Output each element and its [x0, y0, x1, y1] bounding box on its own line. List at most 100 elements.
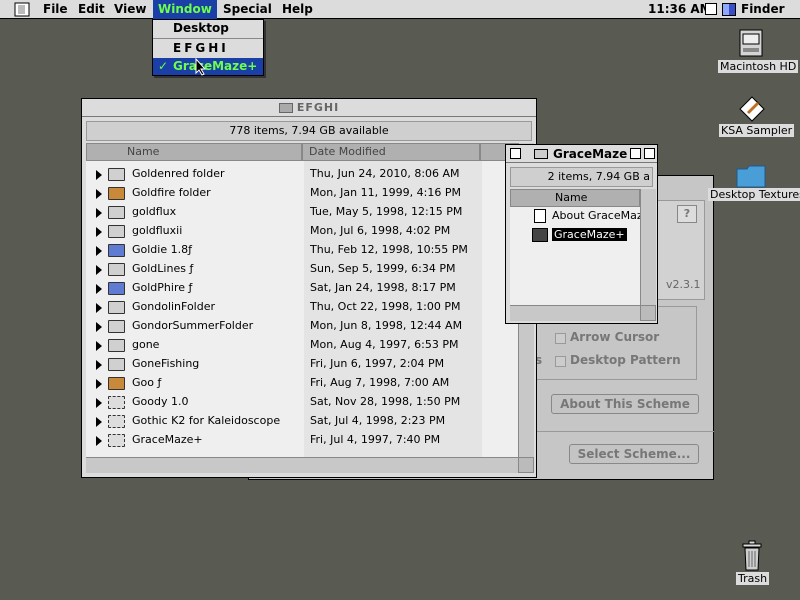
list-item[interactable]: About GraceMaze	[510, 207, 640, 226]
disclosure-triangle-icon[interactable]	[96, 170, 102, 180]
file-date: Fri, Aug 7, 1998, 7:00 AM	[310, 376, 450, 389]
menubar-clock[interactable]: 11:36 AM	[648, 0, 712, 19]
file-row[interactable]: Goldenred folder Thu, Jun 24, 2010, 8:06 …	[86, 165, 518, 184]
disclosure-triangle-icon[interactable]	[96, 417, 102, 427]
disclosure-triangle-icon[interactable]	[96, 398, 102, 408]
file-date: Mon, Aug 4, 1997, 6:53 PM	[310, 338, 459, 351]
resize-box[interactable]	[640, 305, 656, 321]
desktop-pattern-checkbox[interactable]	[555, 356, 566, 367]
disclosure-triangle-icon[interactable]	[96, 246, 102, 256]
menubar: File Edit View Window Special Help 11:36…	[0, 0, 800, 19]
disclosure-triangle-icon[interactable]	[96, 265, 102, 275]
ksa-sampler-icon[interactable]	[738, 95, 766, 123]
file-name: Goldie 1.8ƒ	[132, 243, 192, 256]
folder-icon	[108, 320, 125, 333]
file-name: Gothic K2 for Kaleidoscope	[132, 414, 281, 427]
disclosure-triangle-icon[interactable]	[96, 360, 102, 370]
file-row[interactable]: goldfluxii Mon, Jul 6, 1998, 4:02 PM	[86, 222, 518, 241]
menu-help[interactable]: Help	[277, 0, 318, 19]
file-row[interactable]: Goldfire folder Mon, Jan 11, 1999, 4:16 P…	[86, 184, 518, 203]
gracemaze-name-header[interactable]: Name	[510, 189, 640, 207]
file-date: Sun, Sep 5, 1999, 6:34 PM	[310, 262, 456, 275]
file-row[interactable]: GoldPhire ƒ Sat, Jan 24, 1998, 8:17 PM	[86, 279, 518, 298]
gracemaze-horizontal-scrollbar[interactable]	[510, 305, 640, 321]
menu-special[interactable]: Special	[218, 0, 277, 19]
finder-app-icon[interactable]	[722, 3, 736, 16]
application-icon	[108, 282, 125, 295]
disclosure-triangle-icon[interactable]	[96, 379, 102, 389]
resize-box[interactable]	[518, 457, 534, 473]
file-name: GondolinFolder	[132, 300, 216, 313]
file-row[interactable]: gone Mon, Aug 4, 1997, 6:53 PM	[86, 336, 518, 355]
arrow-cursor-checkbox[interactable]	[555, 333, 566, 344]
horizontal-scrollbar[interactable]	[86, 457, 518, 473]
gracemaze-window[interactable]: GraceMaze 2 items, 7.94 GB a Name About …	[505, 144, 658, 324]
desktop-pattern-label: Desktop Pattern	[570, 353, 681, 367]
disclosure-triangle-icon[interactable]	[96, 322, 102, 332]
file-date: Mon, Jul 6, 1998, 4:02 PM	[310, 224, 451, 237]
apple-menu-icon[interactable]	[14, 2, 30, 17]
file-name: Goo ƒ	[132, 376, 162, 389]
menu-file[interactable]: File	[38, 0, 73, 19]
disclosure-triangle-icon[interactable]	[96, 227, 102, 237]
hard-disk-icon[interactable]	[738, 28, 764, 58]
menu-item-gracemaze[interactable]: ✓ GraceMaze+	[153, 58, 263, 75]
efghi-file-list: Goldenred folder Thu, Jun 24, 2010, 8:06 …	[86, 161, 518, 459]
file-name: GondorSummerFolder	[132, 319, 254, 332]
menu-window[interactable]: Window	[153, 0, 217, 19]
disclosure-triangle-icon[interactable]	[96, 284, 102, 294]
trash-icon[interactable]	[740, 540, 764, 572]
select-scheme-button[interactable]: Select Scheme...	[569, 444, 699, 464]
disclosure-triangle-icon[interactable]	[96, 303, 102, 313]
item-name: About GraceMaze	[552, 209, 640, 222]
name-column-header[interactable]: Name	[86, 143, 302, 161]
efghi-window[interactable]: EFGHI 778 items, 7.94 GB available Name …	[81, 98, 537, 478]
close-box-icon[interactable]	[510, 148, 521, 159]
macintosh-hd-label[interactable]: Macintosh HD	[718, 60, 799, 73]
gracemaze-titlebar[interactable]: GraceMaze	[506, 145, 657, 163]
file-date: Sat, Jul 4, 1998, 2:23 PM	[310, 414, 446, 427]
file-row[interactable]: GondolinFolder Thu, Oct 22, 1998, 1:00 PM	[86, 298, 518, 317]
folder-icon	[108, 339, 125, 352]
folder-icon[interactable]	[736, 164, 766, 188]
file-row[interactable]: Goody 1.0 Sat, Nov 28, 1998, 1:50 PM	[86, 393, 518, 412]
collapse-box-icon[interactable]	[644, 148, 655, 159]
balloon-help-icon[interactable]	[705, 3, 717, 15]
list-item[interactable]: GraceMaze+	[510, 226, 640, 245]
about-scheme-button[interactable]: About This Scheme	[551, 394, 699, 414]
disclosure-triangle-icon[interactable]	[96, 436, 102, 446]
ksa-sampler-label[interactable]: KSA Sampler	[719, 124, 795, 137]
custom-folder-icon	[108, 377, 125, 390]
efghi-titlebar[interactable]: EFGHI	[82, 99, 536, 117]
gracemaze-vertical-scrollbar[interactable]	[640, 189, 656, 305]
file-row[interactable]: Gothic K2 for Kaleidoscope Sat, Jul 4, 19…	[86, 412, 518, 431]
disclosure-triangle-icon[interactable]	[96, 208, 102, 218]
file-row[interactable]: goldflux Tue, May 5, 1998, 12:15 PM	[86, 203, 518, 222]
zoom-box-icon[interactable]	[630, 148, 641, 159]
file-name: GoldPhire ƒ	[132, 281, 193, 294]
trash-label[interactable]: Trash	[736, 572, 770, 585]
application-menu[interactable]: Finder	[741, 0, 785, 19]
application-icon	[108, 244, 125, 257]
menu-view[interactable]: View	[109, 0, 151, 19]
date-modified-column-header[interactable]: Date Modified	[302, 143, 480, 161]
menu-edit[interactable]: Edit	[73, 0, 110, 19]
desktop-textures-label[interactable]: Desktop Textures	[708, 188, 800, 201]
disclosure-triangle-icon[interactable]	[96, 341, 102, 351]
file-row[interactable]: GoneFishing Fri, Jun 6, 1997, 2:04 PM	[86, 355, 518, 374]
file-date: Thu, Oct 22, 1998, 1:00 PM	[310, 300, 461, 313]
file-row[interactable]: GraceMaze+ Fri, Jul 4, 1997, 7:40 PM	[86, 431, 518, 450]
folder-icon	[108, 168, 125, 181]
window-menu-dropdown: Desktop EFGHI ✓ GraceMaze+	[152, 19, 264, 76]
file-row[interactable]: GoldLines ƒ Sun, Sep 5, 1999, 6:34 PM	[86, 260, 518, 279]
file-row[interactable]: GondorSummerFolder Mon, Jun 8, 1998, 12:4…	[86, 317, 518, 336]
gracemaze-title: GraceMaze	[553, 147, 628, 161]
menu-item-efghi[interactable]: EFGHI	[153, 40, 263, 57]
program-icon	[108, 434, 125, 447]
menu-separator	[153, 38, 263, 39]
menu-item-desktop[interactable]: Desktop	[153, 20, 263, 37]
file-row[interactable]: Goo ƒ Fri, Aug 7, 1998, 7:00 AM	[86, 374, 518, 393]
file-row[interactable]: Goldie 1.8ƒ Thu, Feb 12, 1998, 10:55 PM	[86, 241, 518, 260]
disclosure-triangle-icon[interactable]	[96, 189, 102, 199]
help-question-button[interactable]: ?	[677, 205, 697, 223]
